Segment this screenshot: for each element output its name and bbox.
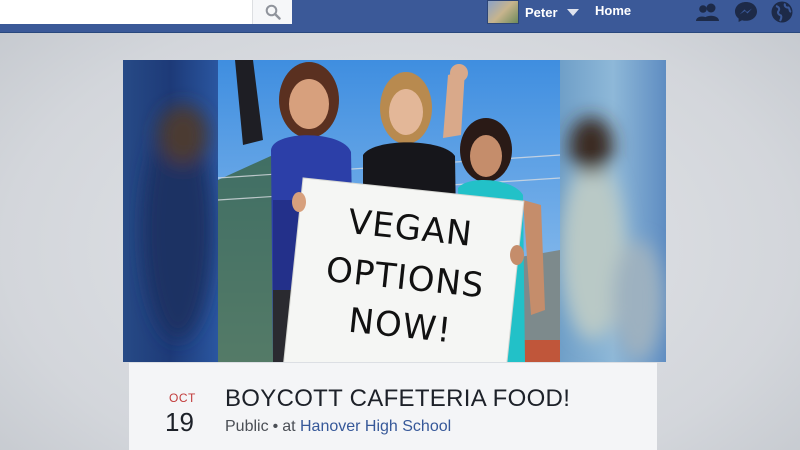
friend-requests-button[interactable] — [693, 0, 723, 24]
event-info-panel: OCT 19 BOYCOTT CAFETERIA FOOD! Public • at… — [129, 362, 657, 450]
event-at-label: at — [282, 418, 296, 435]
notifications-button[interactable] — [767, 0, 797, 24]
notifications-globe-icon — [771, 1, 793, 23]
messenger-icon — [735, 2, 757, 22]
avatar — [487, 0, 519, 24]
event-cover-photo[interactable]: VEGAN OPTIONS NOW! — [123, 60, 666, 362]
event-meta: Public • at Hanover High School — [225, 418, 451, 436]
event-location-link[interactable]: Hanover High School — [300, 418, 451, 435]
chevron-down-icon[interactable] — [566, 8, 579, 16]
friend-requests-icon — [696, 3, 719, 21]
top-navigation-bar: Peter Home — [0, 0, 800, 33]
event-date-day: 19 — [165, 407, 194, 437]
event-title[interactable]: BOYCOTT CAFETERIA FOOD! — [225, 385, 570, 413]
search-input[interactable] — [0, 0, 292, 24]
search-icon — [265, 4, 281, 20]
meta-separator: • — [272, 418, 279, 435]
event-date-month: OCT — [169, 391, 196, 405]
messenger-button[interactable] — [731, 0, 761, 24]
event-card: VEGAN OPTIONS NOW! OCT 19 BOYCOTT CAFETE… — [123, 60, 666, 450]
home-link[interactable]: Home — [595, 3, 631, 18]
profile-link[interactable]: Peter — [487, 0, 579, 24]
profile-name: Peter — [525, 4, 558, 20]
search-button[interactable] — [252, 0, 292, 24]
event-privacy: Public — [225, 418, 269, 435]
